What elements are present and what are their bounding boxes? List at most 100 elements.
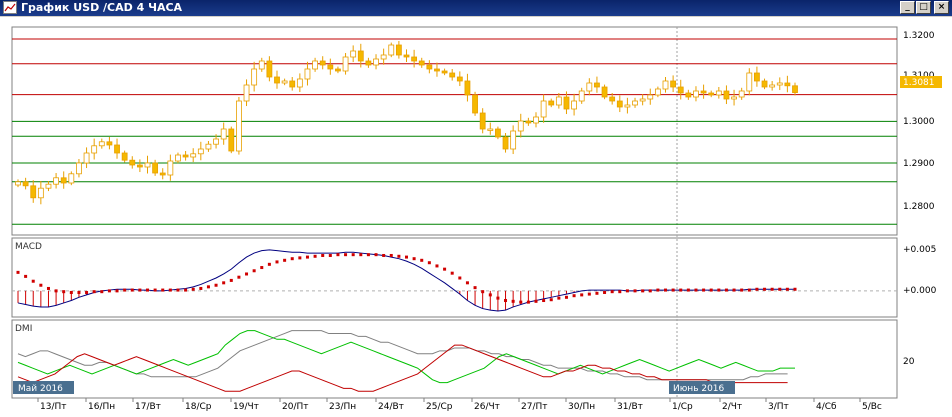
x-tick-label-9: 26/Чт <box>474 402 500 412</box>
candle-body <box>205 143 212 150</box>
candle-body <box>304 68 311 80</box>
candle-body <box>388 44 395 56</box>
macd-signal-dot <box>46 286 50 290</box>
candle-body <box>342 56 349 72</box>
macd-signal-dot <box>77 290 81 294</box>
candle-body <box>677 86 684 94</box>
y-tick-price-3: 1.2800 <box>903 202 935 212</box>
candle-body <box>106 141 113 146</box>
candle-body <box>365 60 372 66</box>
candle-body <box>754 72 760 82</box>
candle-body <box>289 80 296 88</box>
dmi-panel-frame <box>11 319 898 399</box>
chart-svg[interactable]: 1.3200 1.3100 1.3000 1.2900 1.2800 1.308… <box>0 17 952 417</box>
macd-signal-dot <box>92 290 96 294</box>
candle-body <box>98 141 105 147</box>
macd-signal-dot <box>107 289 111 293</box>
macd-signal-dot <box>16 270 20 274</box>
macd-signal-dot <box>595 291 599 295</box>
macd-signal-dot <box>161 288 165 292</box>
candle-body <box>91 145 98 154</box>
candle-body <box>266 60 273 78</box>
macd-signal-dot <box>191 287 195 291</box>
macd-signal-dot <box>176 288 180 292</box>
chart-area[interactable]: 1.3200 1.3100 1.3000 1.2900 1.2800 1.308… <box>0 17 952 417</box>
y-tick-macd-0: +0.005 <box>903 245 936 255</box>
x-tick-label-2: 17/Вт <box>135 402 161 412</box>
candle-body <box>525 120 532 124</box>
candle-body <box>373 58 379 66</box>
macd-signal-dot <box>740 288 744 292</box>
candle-body <box>418 60 425 66</box>
macd-signal-dot <box>603 290 607 294</box>
minimize-button[interactable]: _ <box>900 1 915 14</box>
macd-signal-dot <box>557 296 561 300</box>
x-tick-label-12: 31/Вт <box>617 402 643 412</box>
macd-panel-frame <box>11 237 898 318</box>
macd-signal-dot <box>618 290 622 294</box>
window-title: График USD /CAD 4 ЧАСА <box>21 1 183 14</box>
macd-signal-dot <box>130 288 134 292</box>
candle-body <box>441 70 448 74</box>
macd-signal-dot <box>237 275 241 279</box>
candle-body <box>601 86 608 98</box>
candle-body <box>685 92 692 98</box>
macd-signal-dot <box>686 288 690 292</box>
macd-signal-dot <box>245 272 249 276</box>
candle-body <box>616 100 623 108</box>
macd-signal-dot <box>778 287 782 291</box>
candle-body <box>228 128 235 152</box>
macd-signal-dot <box>443 267 447 271</box>
restore-button[interactable]: □ <box>916 1 931 14</box>
macd-signal-dot <box>85 290 89 294</box>
candle-body <box>258 60 265 70</box>
candle-body <box>456 76 463 82</box>
candle-body <box>136 164 143 168</box>
macd-signal-dot <box>435 264 439 268</box>
chart-window-icon <box>3 1 17 14</box>
candle-body <box>434 68 440 72</box>
macd-signal-dot <box>184 288 188 292</box>
candle-body <box>548 100 555 106</box>
macd-signal-dot <box>336 253 340 257</box>
candle-body <box>15 181 21 186</box>
title-bar[interactable]: График USD /CAD 4 ЧАСА _ □ × <box>0 0 952 16</box>
macd-signal-dot <box>54 289 58 293</box>
y-tick-dmi-0: 20 <box>903 357 915 367</box>
candle-body <box>654 88 661 96</box>
candle-body <box>411 56 418 62</box>
candle-body <box>426 64 433 70</box>
macd-signal-dot <box>351 253 355 257</box>
macd-signal-dot <box>344 253 348 257</box>
candle-body <box>632 100 638 106</box>
candle-body <box>784 82 791 87</box>
x-tick-label-13: 1/Ср <box>672 402 693 412</box>
macd-signal-dot <box>702 288 706 292</box>
candle-body <box>563 96 570 110</box>
macd-signal-dot <box>664 288 667 292</box>
macd-signal-dot <box>694 288 698 292</box>
candle-body <box>53 177 59 185</box>
macd-signal-dot <box>427 261 431 265</box>
candle-body <box>555 96 562 106</box>
macd-signal-dot <box>587 292 591 296</box>
candle-body <box>792 85 798 94</box>
x-tick-label-4: 19/Чт <box>233 402 259 412</box>
candle-body <box>578 90 585 102</box>
candle-body <box>144 162 151 168</box>
x-tick-label-0: 13/Пт <box>40 402 67 412</box>
macd-signal-dot <box>214 283 218 287</box>
candle-body <box>30 185 37 199</box>
macd-signal-dot <box>290 257 294 261</box>
x-tick-label-5: 20/Пт <box>282 402 309 412</box>
macd-signal-dot <box>465 281 469 285</box>
y-tick-price-1: 1.3000 <box>903 117 935 127</box>
candle-body <box>68 173 75 184</box>
macd-signal-dot <box>206 285 210 289</box>
close-button[interactable]: × <box>934 1 949 14</box>
candle-body <box>472 94 478 114</box>
candle-body <box>251 68 258 86</box>
candle-body <box>731 96 737 100</box>
macd-signal-dot <box>412 257 416 261</box>
macd-signal-dot <box>115 289 119 293</box>
